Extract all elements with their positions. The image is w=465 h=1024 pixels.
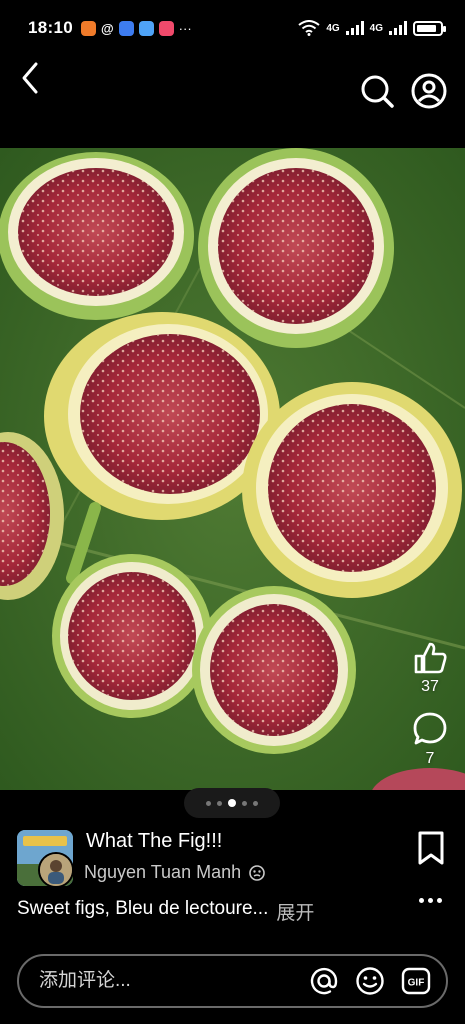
fig-half — [242, 382, 462, 598]
chevron-left-icon — [22, 62, 38, 94]
comment-count: 7 — [425, 750, 435, 767]
comment-bubble-icon — [413, 712, 447, 745]
bookmark-button[interactable] — [414, 828, 448, 868]
pager-dot[interactable] — [217, 800, 222, 806]
more-options-button[interactable] — [412, 890, 448, 910]
app-notification-icon — [80, 20, 96, 36]
status-overflow: ··· — [178, 20, 192, 36]
caption-text: Sweet figs, Bleu de lectoure... — [17, 898, 269, 919]
face-badge-icon — [249, 864, 265, 881]
app-notification-icon — [158, 20, 174, 36]
pager-dot[interactable] — [206, 800, 211, 806]
mention-button[interactable] — [308, 965, 340, 997]
fig-half — [192, 586, 356, 754]
wifi-icon — [298, 20, 320, 36]
gif-label: GIF — [408, 978, 425, 989]
battery-icon — [413, 20, 446, 36]
fig-half — [0, 152, 194, 320]
comment-input[interactable] — [39, 970, 308, 992]
emoji-icon — [356, 967, 384, 995]
more-dots-icon — [418, 897, 424, 903]
avatar-badge — [38, 852, 74, 888]
network-label-2: 4G — [369, 22, 383, 34]
more-dots-icon — [427, 897, 433, 903]
top-nav — [0, 56, 465, 148]
post-info: What The Fig!!! Nguyen Tuan Manh Sweet f… — [0, 826, 465, 938]
threads-icon: @ — [100, 20, 114, 36]
fig-half — [52, 554, 212, 718]
comment-button[interactable]: 7 — [404, 710, 456, 768]
status-time: 18:10 — [28, 18, 73, 37]
like-count: 37 — [421, 678, 439, 695]
signal-icon — [345, 21, 364, 35]
signal-icon — [389, 21, 407, 35]
caption-row: Sweet figs, Bleu de lectoure... 展开 — [17, 898, 314, 925]
more-dots-icon — [436, 897, 442, 903]
search-icon — [361, 75, 394, 108]
like-button[interactable]: 37 — [404, 640, 456, 696]
post-title[interactable]: What The Fig!!! — [86, 830, 222, 853]
battery-fill — [417, 24, 436, 32]
network-label-1: 4G — [326, 22, 340, 34]
comment-actions: GIF — [308, 965, 432, 997]
author-row[interactable]: Nguyen Tuan Manh — [84, 862, 265, 883]
search-button[interactable] — [356, 70, 398, 112]
app-notification-icon — [118, 20, 134, 36]
gif-icon: GIF — [401, 967, 431, 995]
status-bar: 18:10 @ ··· 4G 4G — [0, 0, 465, 56]
user-circle-icon — [411, 73, 447, 109]
fig-half — [198, 148, 394, 348]
pager-dot[interactable] — [228, 799, 236, 807]
profile-button[interactable] — [408, 70, 450, 112]
thumbs-up-icon — [414, 642, 447, 674]
gif-button[interactable]: GIF — [400, 965, 432, 997]
status-indicators: 4G 4G — [298, 20, 446, 36]
back-button[interactable] — [10, 58, 50, 98]
image-pager[interactable] — [184, 788, 280, 818]
pager-dot[interactable] — [253, 800, 258, 806]
expand-caption-link[interactable]: 展开 — [276, 898, 314, 925]
author-name[interactable]: Nguyen Tuan Manh — [84, 862, 241, 883]
status-app-icons: @ ··· — [80, 20, 192, 36]
post-photo[interactable] — [0, 148, 465, 790]
pager-dot[interactable] — [242, 800, 247, 806]
bookmark-icon — [418, 831, 444, 865]
app-notification-icon — [138, 20, 154, 36]
side-actions: 37 7 — [404, 640, 456, 782]
emoji-button[interactable] — [354, 965, 386, 997]
at-icon — [310, 967, 338, 995]
comment-bar: GIF — [17, 954, 448, 1008]
